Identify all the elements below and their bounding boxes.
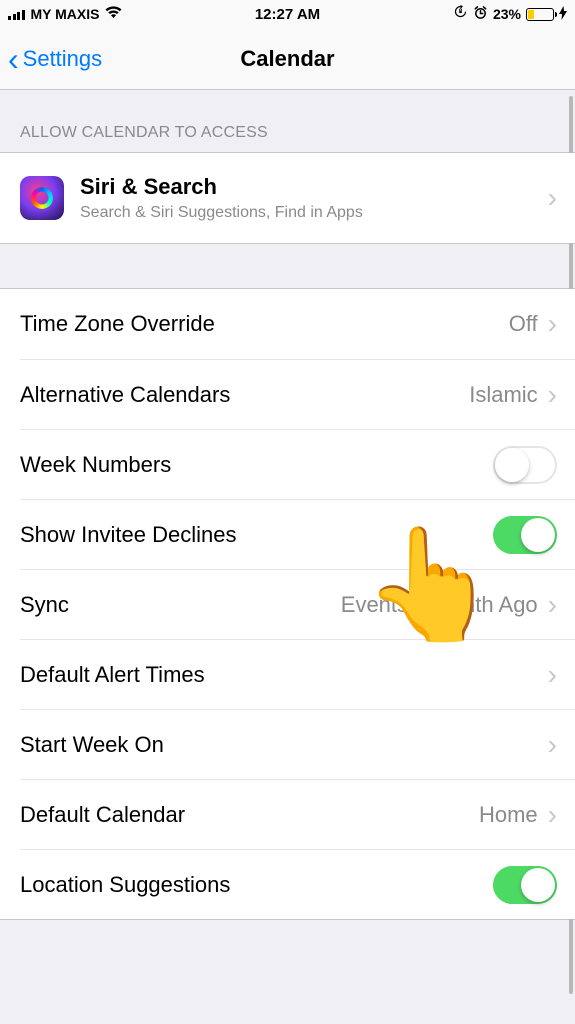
back-label: Settings xyxy=(23,46,103,72)
chevron-right-icon: › xyxy=(548,591,557,619)
cell-value: Home xyxy=(479,802,538,828)
cell-label: Start Week On xyxy=(20,732,164,758)
cell-label: Default Alert Times xyxy=(20,662,205,688)
chevron-right-icon: › xyxy=(548,381,557,409)
cell-value: Islamic xyxy=(469,382,537,408)
cell-label: Week Numbers xyxy=(20,452,171,478)
section-header-access: ALLOW CALENDAR TO ACCESS xyxy=(0,90,575,152)
cell-label: Show Invitee Declines xyxy=(20,522,236,548)
battery-pct: 23% xyxy=(493,6,521,22)
location-suggestions-toggle[interactable] xyxy=(493,866,557,904)
cell-label: Alternative Calendars xyxy=(20,382,230,408)
scroll-area[interactable]: ALLOW CALENDAR TO ACCESS Siri & Search S… xyxy=(0,90,575,1024)
chevron-right-icon: › xyxy=(548,731,557,759)
page-title: Calendar xyxy=(240,46,334,72)
chevron-left-icon: ‹ xyxy=(8,43,19,75)
cell-label: Sync xyxy=(20,592,69,618)
show-invitee-toggle[interactable] xyxy=(493,516,557,554)
chevron-right-icon: › xyxy=(548,184,557,212)
default-alert-times-cell[interactable]: Default Alert Times › xyxy=(20,639,575,709)
wifi-icon xyxy=(105,6,122,22)
status-bar: MY MAXIS 12:27 AM 23% xyxy=(0,0,575,28)
cell-label: Location Suggestions xyxy=(20,872,230,898)
carrier-label: MY MAXIS xyxy=(31,6,100,22)
back-button[interactable]: ‹ Settings xyxy=(8,43,102,75)
nav-bar: ‹ Settings Calendar xyxy=(0,28,575,90)
siri-icon xyxy=(20,176,64,220)
alarm-icon xyxy=(473,5,488,23)
battery-icon xyxy=(526,8,554,21)
time-zone-override-cell[interactable]: Time Zone Override Off › xyxy=(0,289,575,359)
charging-icon xyxy=(559,6,567,23)
rotation-lock-icon xyxy=(453,5,468,23)
cell-value: Off xyxy=(509,311,538,337)
week-numbers-toggle[interactable] xyxy=(493,446,557,484)
siri-search-cell[interactable]: Siri & Search Search & Siri Suggestions,… xyxy=(0,153,575,243)
alternative-calendars-cell[interactable]: Alternative Calendars Islamic › xyxy=(20,359,575,429)
cell-value: Events 1 Month Ago xyxy=(341,592,538,618)
chevron-right-icon: › xyxy=(548,801,557,829)
default-calendar-cell[interactable]: Default Calendar Home › xyxy=(20,779,575,849)
siri-subtitle: Search & Siri Suggestions, Find in Apps xyxy=(80,204,548,222)
cell-label: Default Calendar xyxy=(20,802,185,828)
signal-bars-icon xyxy=(8,8,25,20)
location-suggestions-cell: Location Suggestions xyxy=(20,849,575,919)
show-invitee-declines-cell: Show Invitee Declines xyxy=(20,499,575,569)
start-week-on-cell[interactable]: Start Week On › xyxy=(20,709,575,779)
chevron-right-icon: › xyxy=(548,661,557,689)
siri-title: Siri & Search xyxy=(80,174,548,200)
chevron-right-icon: › xyxy=(548,310,557,338)
week-numbers-cell: Week Numbers xyxy=(20,429,575,499)
status-time: 12:27 AM xyxy=(255,6,320,23)
sync-cell[interactable]: Sync Events 1 Month Ago › xyxy=(20,569,575,639)
cell-label: Time Zone Override xyxy=(20,311,215,337)
